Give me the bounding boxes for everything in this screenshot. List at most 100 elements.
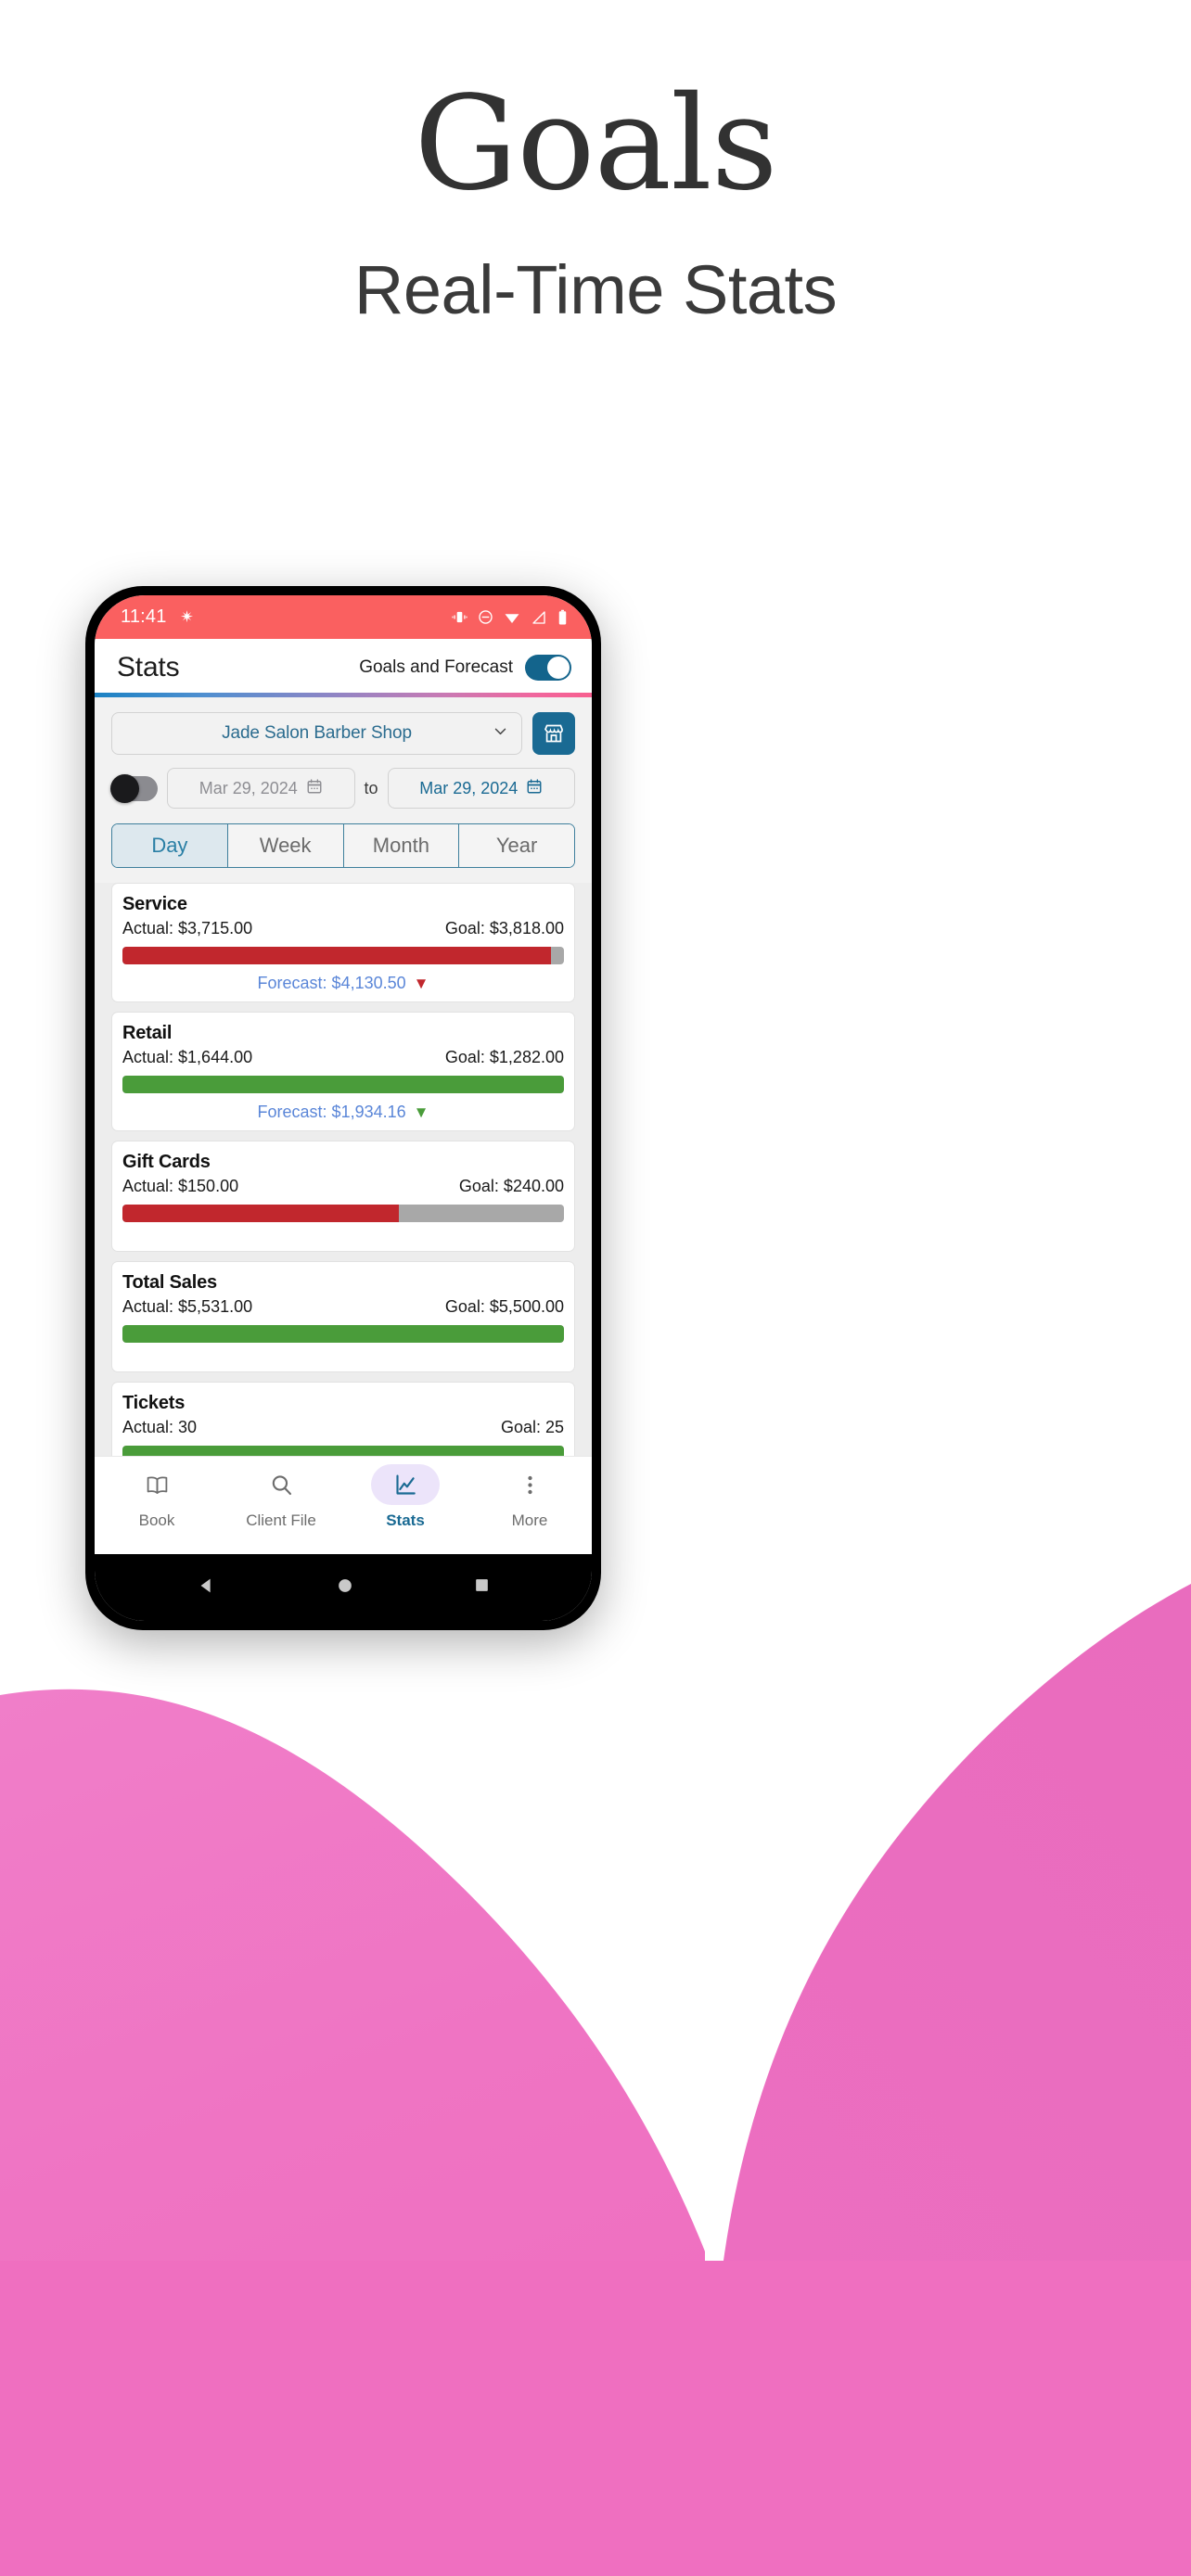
goal-forecast-placeholder xyxy=(122,1343,564,1363)
goal-progress-track xyxy=(122,1076,564,1093)
goal-progress-track xyxy=(122,1325,564,1343)
line-chart-icon xyxy=(371,1464,440,1505)
goal-actual: Actual: $5,531.00 xyxy=(122,1297,253,1316)
goal-figures: Actual: 30 Goal: 25 xyxy=(122,1418,564,1437)
search-icon xyxy=(247,1464,315,1505)
status-bar: 11:41 xyxy=(95,595,592,639)
app-header: Stats Goals and Forecast xyxy=(95,639,592,693)
goal-title: Total Sales xyxy=(122,1272,217,1293)
goal-progress-track xyxy=(122,947,564,964)
more-vertical-icon xyxy=(495,1464,564,1505)
storefront-icon-button[interactable] xyxy=(532,712,575,755)
calendar-icon xyxy=(526,778,543,799)
goal-progress-track xyxy=(122,1446,564,1456)
goal-actual: Actual: 30 xyxy=(122,1418,198,1436)
salon-selector-row: Jade Salon Barber Shop xyxy=(95,712,592,755)
goals-forecast-control: Goals and Forecast xyxy=(359,655,571,681)
signal-icon xyxy=(531,609,547,626)
recents-square-icon[interactable] xyxy=(473,1576,491,1599)
android-system-nav[interactable] xyxy=(95,1554,592,1621)
vibrate-icon xyxy=(452,609,467,625)
page-title: Goals xyxy=(414,69,777,220)
goal-progress-fill xyxy=(122,947,551,964)
pink-wave-decoration xyxy=(0,1584,1191,2576)
goal-actual: Actual: $1,644.00 xyxy=(122,1048,253,1066)
back-triangle-icon[interactable] xyxy=(197,1575,217,1600)
date-to-value: Mar 29, 2024 xyxy=(419,778,519,797)
date-to-field[interactable]: Mar 29, 2024 xyxy=(387,768,576,809)
goal-figures: Actual: $3,715.00 Goal: $3,818.00 xyxy=(122,919,564,938)
period-tab-day[interactable]: Day xyxy=(112,824,228,867)
goals-forecast-toggle[interactable] xyxy=(525,655,571,681)
goal-target: Goal: $240.00 xyxy=(458,1177,564,1195)
app-title: Stats xyxy=(117,652,180,682)
goal-title: Tickets xyxy=(122,1393,186,1413)
period-tab-week[interactable]: Week xyxy=(227,824,344,867)
period-tab-month[interactable]: Month xyxy=(343,824,460,867)
date-range-toggle[interactable] xyxy=(110,773,158,803)
nav-item-more[interactable]: More xyxy=(467,1464,592,1530)
date-from-value: Mar 29, 2024 xyxy=(198,778,298,797)
goal-progress-fill xyxy=(122,1076,564,1093)
nav-item-stats[interactable]: Stats xyxy=(343,1464,467,1530)
forecast-down-triangle-icon: ▼ xyxy=(413,1103,429,1121)
goal-title: Gift Cards xyxy=(122,1152,211,1172)
goal-progress-fill xyxy=(122,1325,564,1343)
phone-mockup: 11:41 Stats Goals and Forecast Jade Salo… xyxy=(85,586,601,1630)
goal-figures: Actual: $150.00 Goal: $240.00 xyxy=(122,1177,564,1196)
nav-item-book[interactable]: Book xyxy=(95,1464,219,1530)
status-icons-right xyxy=(452,609,568,626)
phone-screen: 11:41 Stats Goals and Forecast Jade Salo… xyxy=(95,595,592,1621)
home-circle-icon[interactable] xyxy=(336,1576,354,1600)
goal-figures: Actual: $1,644.00 Goal: $1,282.00 xyxy=(122,1048,564,1067)
goal-progress-fill xyxy=(122,1205,399,1222)
nav-label: Client File xyxy=(246,1511,316,1529)
bottom-navigation[interactable]: Book Client File Stats More xyxy=(95,1456,592,1554)
goal-forecast-placeholder xyxy=(122,1222,564,1243)
goal-forecast-label: Forecast: $4,130.50 xyxy=(257,974,406,992)
goal-target: Goal: $3,818.00 xyxy=(444,919,564,937)
goal-forecast-label: Forecast: $1,934.16 xyxy=(257,1103,406,1121)
nav-item-client-file[interactable]: Client File xyxy=(219,1464,343,1530)
chevron-down-icon xyxy=(493,723,508,744)
date-range-row: Mar 29, 2024 to Mar 29, 2024 xyxy=(95,768,592,809)
period-tab-year[interactable]: Year xyxy=(459,824,574,867)
goals-list[interactable]: Service Actual: $3,715.00 Goal: $3,818.0… xyxy=(95,883,592,1456)
goal-card-tickets[interactable]: Tickets Actual: 30 Goal: 25 xyxy=(111,1382,575,1456)
goal-progress-track xyxy=(122,1205,564,1222)
goal-card-gift-cards[interactable]: Gift Cards Actual: $150.00 Goal: $240.00 xyxy=(111,1141,575,1252)
battery-icon xyxy=(557,609,568,626)
goal-actual: Actual: $150.00 xyxy=(122,1177,239,1195)
goal-figures: Actual: $5,531.00 Goal: $5,500.00 xyxy=(122,1297,564,1317)
forecast-down-triangle-icon: ▼ xyxy=(413,975,429,992)
promo-headings: Goals Real-Time Stats xyxy=(0,0,1191,325)
goal-progress-fill xyxy=(122,1446,564,1456)
salon-select[interactable]: Jade Salon Barber Shop xyxy=(111,712,522,755)
brightness-star-icon xyxy=(179,609,195,625)
goal-forecast: Forecast: $4,130.50 ▼ xyxy=(122,974,564,993)
goal-card-total-sales[interactable]: Total Sales Actual: $5,531.00 Goal: $5,5… xyxy=(111,1261,575,1372)
date-range-to-label: to xyxy=(364,778,378,797)
filter-controls: Jade Salon Barber Shop Mar 29, 2024 to M… xyxy=(95,697,592,883)
goal-card-retail[interactable]: Retail Actual: $1,644.00 Goal: $1,282.00… xyxy=(111,1012,575,1131)
calendar-icon xyxy=(306,778,323,799)
storefront-icon xyxy=(544,724,563,743)
goal-title: Retail xyxy=(122,1023,173,1043)
page-subtitle: Real-Time Stats xyxy=(353,251,838,328)
wifi-icon xyxy=(504,609,520,626)
nav-label: More xyxy=(511,1511,548,1529)
status-time: 11:41 xyxy=(121,606,167,627)
goal-target: Goal: $1,282.00 xyxy=(444,1048,564,1066)
goal-forecast: Forecast: $1,934.16 ▼ xyxy=(122,1103,564,1122)
nav-label: Stats xyxy=(386,1511,425,1529)
salon-select-value: Jade Salon Barber Shop xyxy=(222,723,412,743)
goals-forecast-label: Goals and Forecast xyxy=(359,657,513,677)
goal-actual: Actual: $3,715.00 xyxy=(122,919,253,937)
nav-label: Book xyxy=(138,1511,175,1529)
goal-card-service[interactable]: Service Actual: $3,715.00 Goal: $3,818.0… xyxy=(111,883,575,1002)
date-from-field[interactable]: Mar 29, 2024 xyxy=(167,768,355,809)
goal-target: Goal: $5,500.00 xyxy=(444,1297,564,1316)
goal-title: Service xyxy=(122,894,187,914)
period-segmented-control[interactable]: Day Week Month Year xyxy=(111,823,575,868)
goal-target: Goal: 25 xyxy=(500,1418,564,1436)
